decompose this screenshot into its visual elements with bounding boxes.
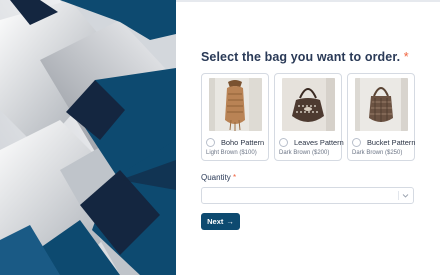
quantity-required-mark: * — [233, 173, 237, 182]
option-bucket-pattern[interactable]: Bucket Pattern Dark Brown ($250) — [347, 73, 415, 161]
radio-button[interactable] — [279, 138, 288, 147]
quantity-label: Quantity * — [201, 173, 416, 182]
radio-button[interactable] — [352, 138, 361, 147]
leaves-bag-image — [282, 78, 335, 131]
option-boho-pattern[interactable]: Boho Pattern Light Brown ($100) — [201, 73, 269, 161]
chevron-down-icon — [402, 194, 409, 198]
option-subtext: Dark Brown ($250) — [352, 150, 403, 156]
top-strip — [176, 0, 440, 2]
next-button[interactable]: Next → — [201, 213, 240, 230]
order-form: Select the bag you want to order. * Boho… — [201, 50, 416, 230]
option-subtext: Dark Brown ($200) — [279, 150, 330, 156]
option-subtext: Light Brown ($100) — [206, 150, 257, 156]
boho-bag-image — [209, 78, 262, 131]
option-label-row: Leaves Pattern — [279, 138, 344, 147]
bag-options: Boho Pattern Light Brown ($100) Leaves P… — [201, 73, 416, 161]
option-label-row: Boho Pattern — [206, 138, 266, 147]
option-label: Leaves Pattern — [294, 138, 344, 147]
option-label: Boho Pattern — [221, 138, 265, 147]
option-label-row: Bucket Pattern — [352, 138, 416, 147]
quantity-select[interactable] — [201, 187, 414, 204]
required-mark: * — [403, 50, 409, 64]
question-text: Select the bag you want to order. — [201, 50, 401, 64]
bucket-bag-image — [355, 78, 408, 131]
quantity-label-text: Quantity — [201, 173, 231, 182]
select-divider — [398, 191, 399, 200]
next-label: Next — [207, 217, 224, 226]
arrow-right-icon: → — [226, 217, 234, 226]
radio-button[interactable] — [206, 138, 215, 147]
decorative-background — [0, 0, 176, 275]
question-title: Select the bag you want to order. * — [201, 50, 416, 64]
option-leaves-pattern[interactable]: Leaves Pattern Dark Brown ($200) — [274, 73, 344, 161]
option-label: Bucket Pattern — [367, 138, 416, 147]
